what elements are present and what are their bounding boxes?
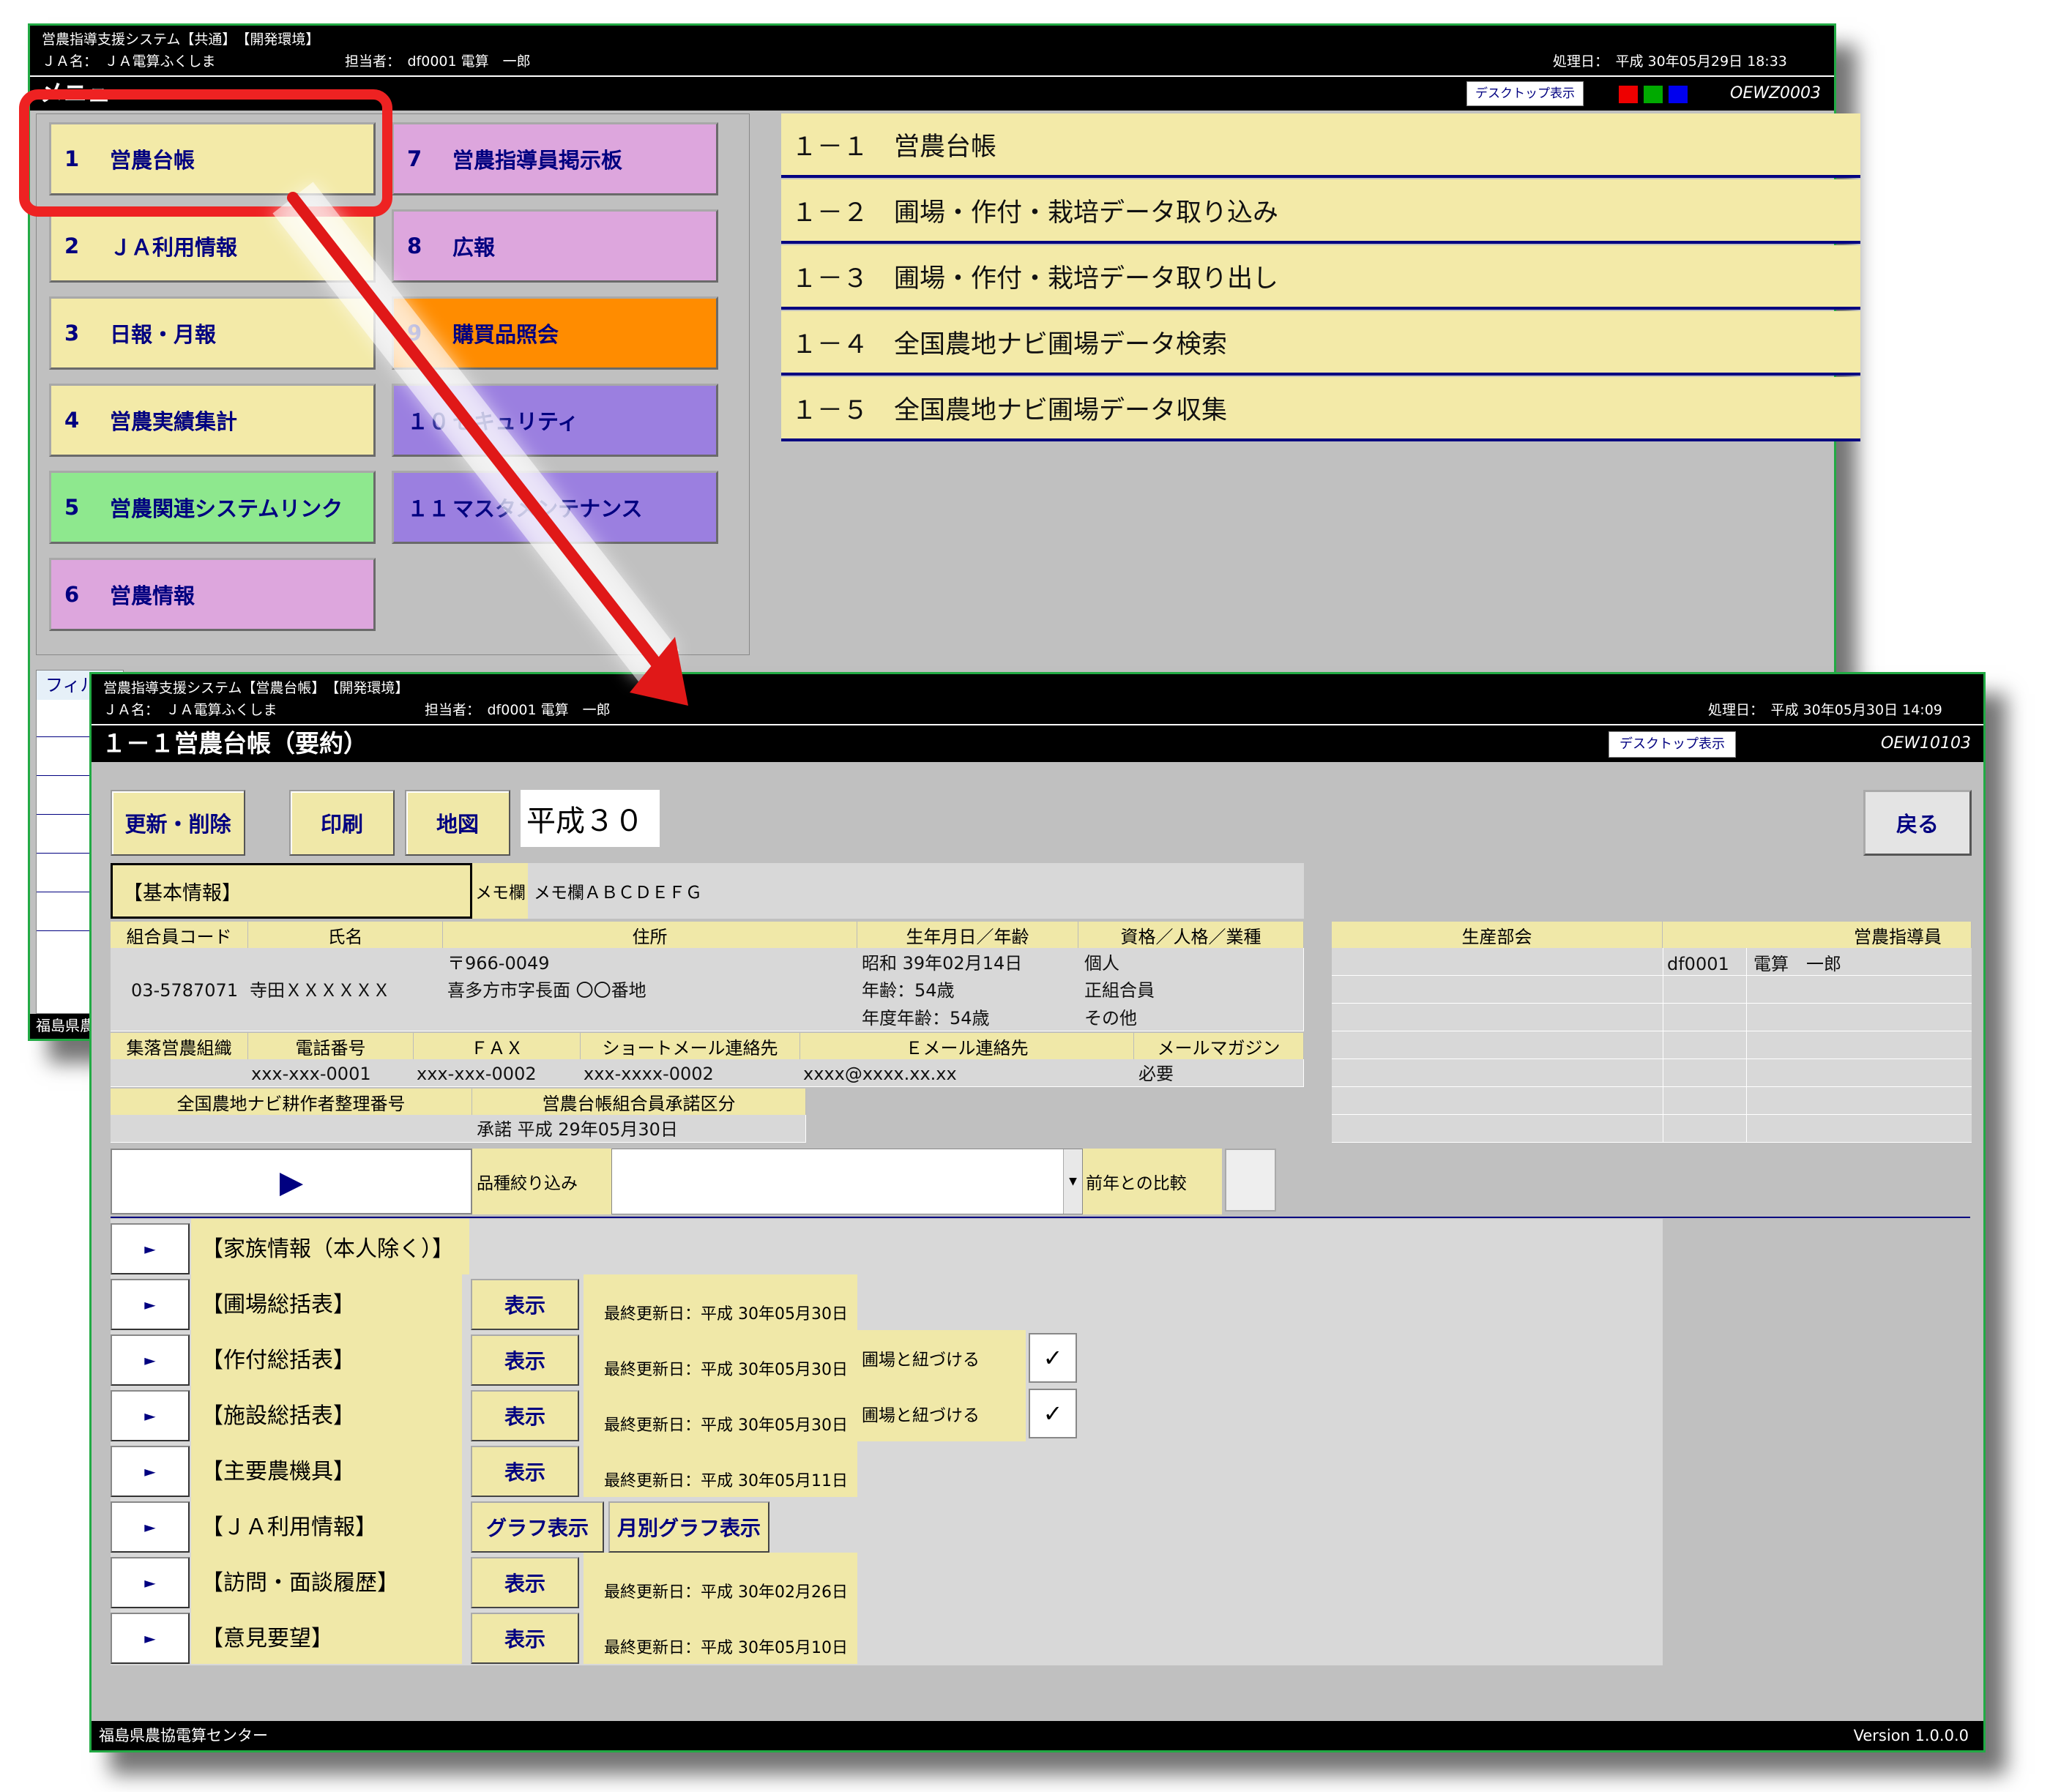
- red-arrow: [272, 182, 688, 706]
